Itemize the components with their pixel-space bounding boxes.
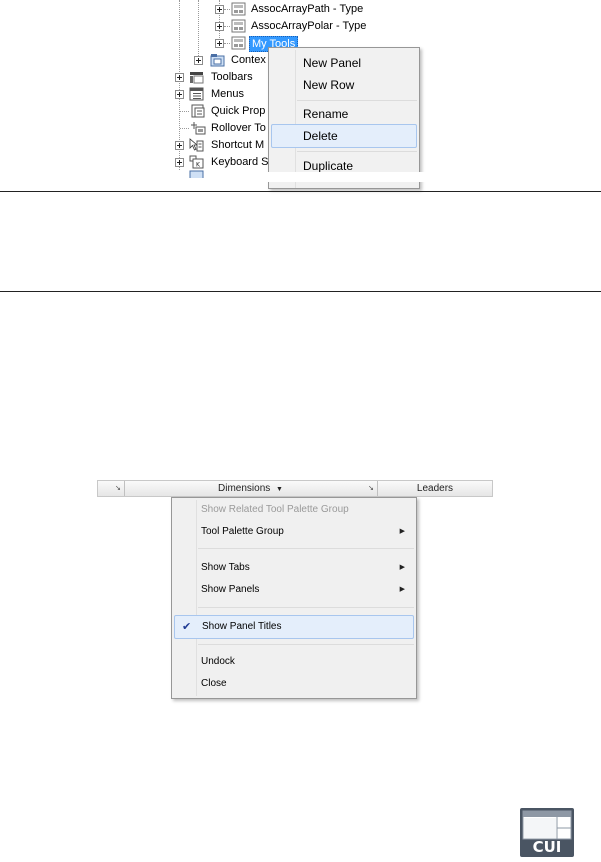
menu-separator bbox=[198, 607, 414, 608]
menu-item-undock[interactable]: Undock bbox=[172, 651, 416, 673]
quick-properties-icon bbox=[191, 104, 205, 118]
tree-item-label: Shortcut M bbox=[211, 139, 265, 151]
chevron-down-icon[interactable]: ▼ bbox=[276, 486, 283, 493]
panel-title-label: Leaders bbox=[416, 483, 454, 494]
menus-icon bbox=[189, 87, 204, 101]
partial-tree-icon bbox=[189, 170, 204, 178]
menu-separator bbox=[297, 100, 417, 101]
tree-item-label: Contex bbox=[231, 54, 266, 66]
palette-context-menu: Show Related Tool Palette Group Tool Pal… bbox=[171, 497, 417, 699]
shortcut-menus-icon bbox=[189, 138, 204, 152]
menu-item-show-tabs[interactable]: Show Tabs ▶ bbox=[172, 557, 416, 579]
tree-item-label: Menus bbox=[211, 88, 245, 100]
cui-icon: CUI bbox=[520, 808, 574, 857]
menu-item-rename[interactable]: Rename bbox=[269, 103, 419, 125]
menu-item-new-panel[interactable]: New Panel bbox=[269, 52, 419, 74]
rollover-tooltips-icon bbox=[191, 122, 206, 135]
tree-item-label: Keyboard S bbox=[211, 156, 269, 168]
expand-plus-icon[interactable] bbox=[175, 73, 184, 82]
expand-plus-icon[interactable] bbox=[215, 39, 224, 48]
submenu-arrow-icon: ▶ bbox=[399, 564, 405, 571]
menu-separator bbox=[198, 644, 414, 645]
menu-item-tool-palette-group[interactable]: Tool Palette Group ▶ bbox=[172, 521, 416, 543]
tree-item-assocarraypolar[interactable]: AssocArrayPolar - Type bbox=[0, 18, 400, 35]
tree-item-label: AssocArrayPolar - Type bbox=[251, 20, 367, 32]
tree-item-assocarraypath[interactable]: AssocArrayPath - Type bbox=[0, 1, 400, 18]
expand-plus-icon[interactable] bbox=[194, 56, 203, 65]
divider-rule bbox=[0, 291, 601, 292]
panel-icon bbox=[231, 2, 246, 16]
tool-palette-title-bar: ↘ Dimensions ▼ ↘ Leaders bbox=[97, 480, 493, 497]
panel-context-menu: New Panel New Row Rename Delete Duplicat… bbox=[268, 47, 420, 189]
divider-rule bbox=[0, 191, 601, 192]
panel-icon bbox=[231, 36, 246, 50]
expand-plus-icon[interactable] bbox=[215, 5, 224, 14]
menu-item-show-panel-titles[interactable]: ✔ Show Panel Titles bbox=[174, 615, 414, 639]
contextual-tab-icon bbox=[210, 54, 225, 67]
expand-plus-icon[interactable] bbox=[175, 141, 184, 150]
panel-icon bbox=[231, 19, 246, 33]
expand-plus-icon[interactable] bbox=[175, 90, 184, 99]
keyboard-shortcuts-icon: K bbox=[189, 155, 204, 169]
menu-item-new-row[interactable]: New Row bbox=[269, 74, 419, 96]
checkmark-icon: ✔ bbox=[182, 621, 192, 633]
submenu-arrow-icon: ▶ bbox=[399, 528, 405, 535]
cui-label: CUI bbox=[532, 838, 562, 856]
tree-item-label: Rollover To bbox=[211, 122, 266, 134]
menu-separator bbox=[198, 548, 414, 549]
panel-title-dimensions[interactable]: Dimensions ▼ bbox=[125, 481, 376, 496]
dialog-launcher-icon[interactable]: ↘ bbox=[115, 485, 122, 492]
toolbars-icon bbox=[190, 72, 204, 84]
dialog-launcher-icon[interactable]: ↘ bbox=[368, 485, 375, 492]
tree-item-label: Quick Prop bbox=[211, 105, 266, 117]
panel-title-label: Dimensions bbox=[218, 483, 271, 494]
menu-item-show-related-tool-palette-group: Show Related Tool Palette Group bbox=[201, 504, 349, 515]
expand-plus-icon[interactable] bbox=[215, 22, 224, 31]
menu-item-close[interactable]: Close bbox=[172, 673, 416, 695]
tree-item-label: Toolbars bbox=[211, 71, 253, 83]
menu-separator bbox=[297, 151, 417, 152]
menu-item-delete[interactable]: Delete bbox=[271, 124, 417, 148]
expand-plus-icon[interactable] bbox=[175, 158, 184, 167]
submenu-arrow-icon: ▶ bbox=[399, 586, 405, 593]
menu-item-show-panels[interactable]: Show Panels ▶ bbox=[172, 579, 416, 601]
panel-title-leaders[interactable]: Leaders bbox=[378, 481, 492, 496]
tree-item-label: AssocArrayPath - Type bbox=[251, 3, 364, 15]
menu-crop-edge bbox=[260, 172, 430, 182]
